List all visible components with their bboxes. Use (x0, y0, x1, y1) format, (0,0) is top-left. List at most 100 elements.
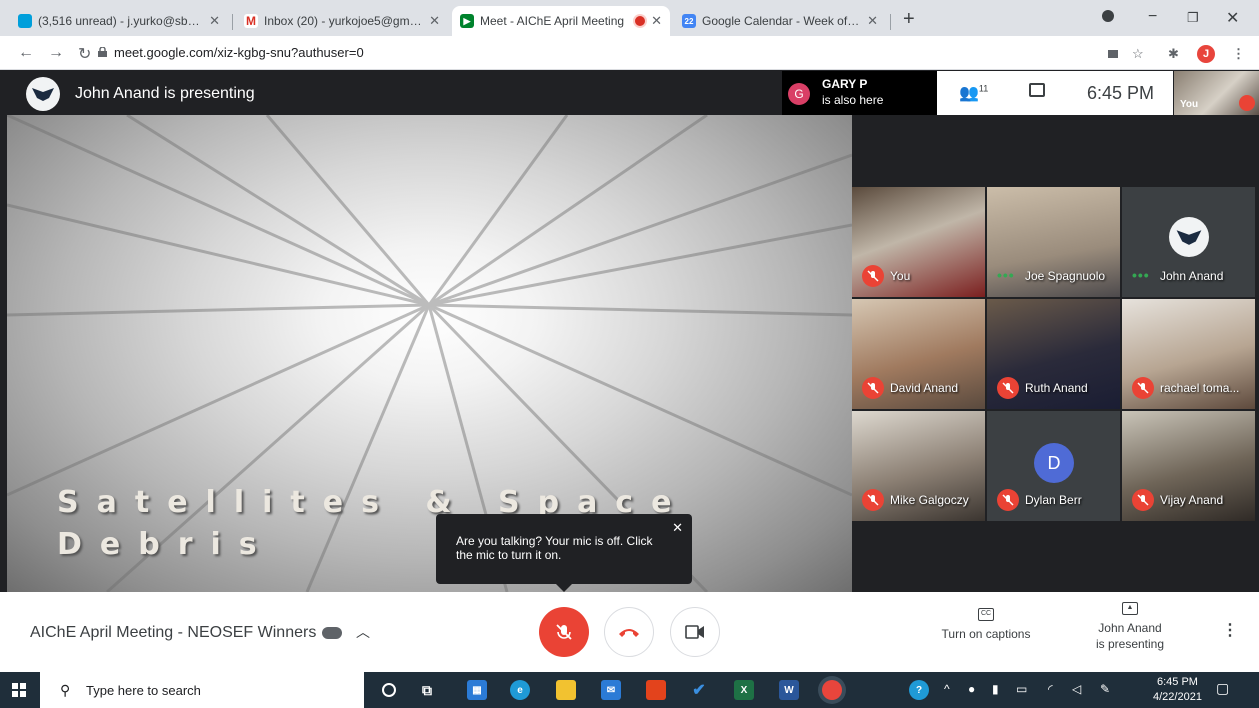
chevron-up-icon[interactable]: ︿ (356, 622, 370, 642)
mic-off-tooltip: Are you talking? Your mic is off. Click … (436, 514, 692, 592)
also-here-name: GARY P (822, 77, 868, 91)
mic-off-icon (862, 377, 884, 399)
participant-name: Mike Galgoczy (890, 493, 969, 507)
close-icon[interactable]: ✕ (429, 13, 440, 29)
close-icon[interactable]: ✕ (651, 13, 662, 29)
gmail-icon: M (244, 14, 258, 28)
people-button[interactable]: 👥11 (959, 83, 988, 103)
forward-button[interactable]: → (48, 44, 64, 62)
video-camera-icon (685, 625, 704, 639)
participant-tile[interactable]: rachael toma... (1122, 299, 1255, 409)
participant-tile[interactable]: ••• Joe Spagnuolo (987, 187, 1120, 297)
participant-tile[interactable]: D Dylan Berr (987, 411, 1120, 521)
also-here-notice: G GARY P is also here (782, 71, 937, 115)
participant-name: Dylan Berr (1025, 493, 1082, 507)
more-options-icon[interactable]: ⋮ (1222, 620, 1238, 640)
tab-calendar[interactable]: 22 Google Calendar - Week of April ✕ (674, 6, 886, 36)
also-here-status: is also here (822, 93, 884, 107)
participant-tile[interactable]: You (852, 187, 985, 297)
participant-avatar: D (1034, 443, 1074, 483)
participant-name: Joe Spagnuolo (1025, 269, 1106, 283)
mic-toggle-button[interactable] (539, 607, 589, 657)
help-icon[interactable]: ? (909, 680, 929, 700)
participant-tile[interactable]: Mike Galgoczy (852, 411, 985, 521)
leave-call-button[interactable] (604, 607, 654, 657)
meet-top-actions: 👥11 6:45 PM (937, 71, 1173, 115)
participant-name: You (890, 269, 911, 283)
microphone-icon[interactable]: ▮ (992, 682, 999, 696)
notification-icon[interactable]: ▢ (1216, 680, 1229, 697)
chrome-icon[interactable] (822, 680, 842, 700)
url-field[interactable]: meet.google.com/xiz-kgbg-snu?authuser=0 (114, 45, 364, 60)
network-alert-icon[interactable]: ● (968, 682, 975, 696)
participant-count: 11 (978, 83, 989, 94)
windows-start-icon[interactable] (12, 683, 26, 697)
close-window-button[interactable]: ✕ (1226, 8, 1239, 28)
mic-off-icon (1132, 377, 1154, 399)
chrome-menu-dot-icon[interactable] (1102, 10, 1114, 22)
tooltip-text: Are you talking? Your mic is off. Click … (456, 534, 653, 562)
taskbar-search[interactable]: ⚲ Type here to search (40, 672, 364, 708)
close-icon[interactable]: ✕ (867, 13, 878, 29)
mic-off-icon (1132, 489, 1154, 511)
search-placeholder: Type here to search (86, 683, 201, 698)
task-view-icon[interactable]: ⧉ (417, 680, 437, 700)
presenting-button[interactable]: ▲ John Anand is presenting (1080, 596, 1180, 651)
tab-att-mail[interactable]: (3,516 unread) - j.yurko@sbcglob ✕ (10, 6, 228, 36)
captions-icon: CC (978, 608, 994, 621)
meet-icon: ▶ (460, 14, 474, 28)
minimize-button[interactable]: − (1148, 8, 1157, 26)
windows-taskbar: ⚲ Type here to search ⧉ ▦ e ✉ ✔ X W ? ^ … (0, 672, 1259, 708)
mic-off-icon (862, 265, 884, 287)
camera-toggle-button[interactable] (670, 607, 720, 657)
taskbar-clock[interactable]: 6:45 PM 4/22/2021 (1153, 675, 1202, 705)
tooltip-arrow (556, 584, 572, 592)
participant-avatar (1169, 217, 1209, 257)
extensions-icon[interactable]: ✱ (1168, 46, 1179, 62)
participant-name: David Anand (890, 381, 959, 395)
pen-icon[interactable]: ✎ (1100, 682, 1110, 696)
chevron-up-icon[interactable]: ^ (944, 682, 950, 696)
meeting-name[interactable]: AIChE April Meeting - NEOSEF Winners (30, 624, 316, 642)
recording-icon (635, 16, 646, 26)
participant-tile[interactable]: ••• John Anand (1122, 187, 1255, 297)
attachment-icon[interactable] (322, 627, 342, 639)
mail-icon[interactable]: ✉ (601, 680, 621, 700)
word-icon[interactable]: W (779, 680, 799, 700)
presentation-screen: Satellites & Space Debris (7, 115, 852, 592)
participant-tile[interactable]: Vijay Anand (1122, 411, 1255, 521)
chrome-menu-icon[interactable]: ⋮ (1232, 46, 1245, 62)
profile-avatar[interactable]: J (1197, 45, 1215, 63)
participant-name: Ruth Anand (1025, 381, 1088, 395)
excel-icon[interactable]: X (734, 680, 754, 700)
participant-tile[interactable]: Ruth Anand (987, 299, 1120, 409)
chat-icon[interactable] (1029, 83, 1045, 97)
star-icon[interactable]: ☆ (1132, 46, 1144, 62)
cortana-icon[interactable] (382, 683, 396, 697)
camera-indicator-icon[interactable] (1108, 50, 1118, 58)
back-button[interactable]: ← (18, 44, 34, 62)
close-icon[interactable]: ✕ (209, 13, 220, 29)
calendar-app-icon[interactable]: ▦ (467, 680, 487, 700)
participant-name: Vijay Anand (1160, 493, 1224, 507)
new-tab-button[interactable]: + (903, 9, 915, 29)
edge-icon[interactable]: e (510, 680, 530, 700)
reload-button[interactable]: ↻ (78, 44, 91, 64)
volume-icon[interactable]: ◁ (1072, 682, 1081, 696)
browser-tab-strip: (3,516 unread) - j.yurko@sbcglob ✕ M Inb… (0, 0, 1259, 36)
battery-icon[interactable]: ▭ (1016, 682, 1027, 696)
tab-meet[interactable]: ▶ Meet - AIChE April Meeting ✕ (452, 6, 670, 36)
office-icon[interactable] (646, 680, 666, 700)
todo-icon[interactable]: ✔ (689, 680, 709, 700)
self-view-thumbnail[interactable]: You (1174, 71, 1259, 115)
taskbar-date: 4/22/2021 (1153, 691, 1202, 703)
restore-button[interactable]: ❐ (1187, 10, 1199, 26)
tab-gmail[interactable]: M Inbox (20) - yurkojoe5@gmail.co ✕ (236, 6, 448, 36)
participant-tile[interactable]: David Anand (852, 299, 985, 409)
wifi-icon[interactable]: ◜ (1048, 682, 1053, 696)
close-icon[interactable]: ✕ (672, 520, 683, 536)
mic-off-icon (556, 624, 572, 640)
file-explorer-icon[interactable] (556, 680, 576, 700)
present-screen-icon: ▲ (1122, 602, 1138, 615)
captions-button[interactable]: CC Turn on captions (936, 602, 1036, 641)
